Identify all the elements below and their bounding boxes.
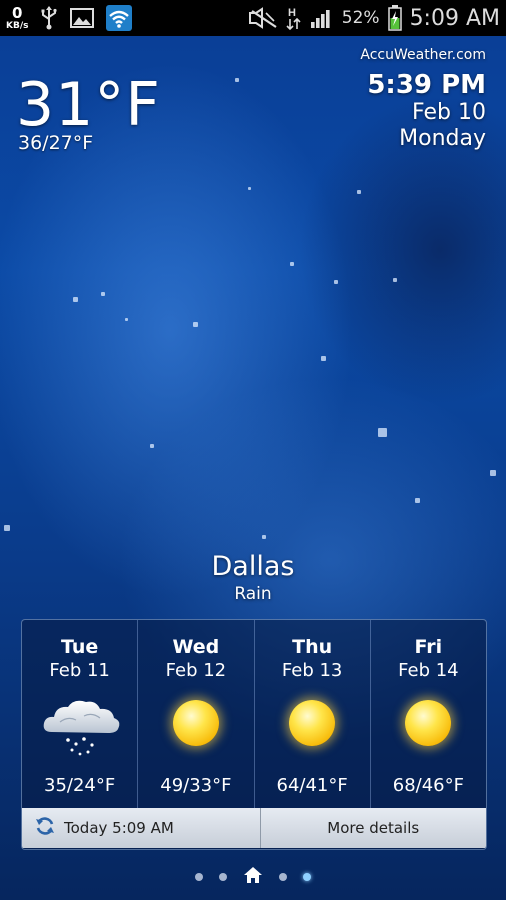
sun-icon <box>138 696 253 756</box>
page-dot-active[interactable] <box>303 873 311 881</box>
snowflake <box>193 322 198 327</box>
signal-icon <box>310 7 334 29</box>
battery-icon <box>387 5 402 31</box>
forecast-day-range: 35/24°F <box>44 775 116 796</box>
image-icon <box>70 8 95 28</box>
page-dot[interactable] <box>219 873 227 881</box>
forecast-day-range: 68/46°F <box>392 775 464 796</box>
network-speed-value: 0 <box>12 3 23 22</box>
current-temperature: 31°F <box>16 70 161 140</box>
snowflake <box>490 470 496 476</box>
snowflake <box>334 280 338 284</box>
network-speed: 0 KB/s <box>6 3 29 31</box>
snowflake <box>101 292 105 296</box>
weather-weekday: Monday <box>399 126 486 151</box>
weather-time: 5:39 PM <box>367 70 486 100</box>
snowflake <box>248 187 251 190</box>
snowflake <box>73 297 78 302</box>
forecast-panel: Tue Feb 11 35/24°F Wed Feb 12 49/33°F Th… <box>21 619 487 850</box>
temperature-range: 36/27°F <box>18 132 94 154</box>
weather-condition: Rain <box>234 584 272 604</box>
page-indicator <box>0 866 506 888</box>
snowflake <box>125 318 128 321</box>
refresh-label: Today 5:09 AM <box>64 819 174 837</box>
snowflake <box>321 356 326 361</box>
forecast-day-date: Feb 14 <box>398 660 459 681</box>
snowflake <box>357 190 361 194</box>
mute-icon <box>248 7 278 29</box>
forecast-day[interactable]: Tue Feb 11 35/24°F <box>22 620 139 808</box>
network-speed-unit: KB/s <box>6 20 29 31</box>
refresh-icon <box>34 815 56 841</box>
snow-cloud-icon <box>22 696 137 756</box>
forecast-day-name: Wed <box>172 636 220 658</box>
snowflake <box>150 444 154 448</box>
refresh-button[interactable]: Today 5:09 AM <box>22 808 261 848</box>
hspa-label: H <box>288 7 296 19</box>
more-details-button[interactable]: More details <box>260 808 486 848</box>
city-name: Dallas <box>211 551 295 582</box>
snowflake <box>378 428 387 437</box>
weather-date: Feb 10 <box>412 100 486 125</box>
forecast-day-date: Feb 13 <box>281 660 343 681</box>
page-dot[interactable] <box>279 873 287 881</box>
forecast-day[interactable]: Wed Feb 12 49/33°F <box>138 620 255 808</box>
snowflake <box>290 262 294 266</box>
status-bar: 0 KB/s H 52% 5:09 AM <box>0 0 506 36</box>
usb-icon <box>40 6 58 30</box>
forecast-day-name: Thu <box>292 636 333 658</box>
snowflake <box>235 78 239 82</box>
wifi-icon <box>106 5 133 31</box>
forecast-day-date: Feb 12 <box>165 660 227 681</box>
forecast-day[interactable]: Fri Feb 14 68/46°F <box>371 620 486 808</box>
snowflake <box>4 525 10 531</box>
page-dot[interactable] <box>195 873 203 881</box>
forecast-day-range: 64/41°F <box>276 775 348 796</box>
more-details-label: More details <box>327 819 420 837</box>
snowflake <box>393 278 397 282</box>
home-icon[interactable] <box>243 866 263 888</box>
sun-icon <box>371 696 486 756</box>
snowflake <box>262 535 266 539</box>
forecast-day-range: 49/33°F <box>160 775 232 796</box>
battery-percent: 52% <box>341 8 380 28</box>
forecast-day-name: Fri <box>414 636 443 658</box>
forecast-day-date: Feb 11 <box>49 660 110 681</box>
status-clock: 5:09 AM <box>409 5 500 31</box>
snowflake <box>415 498 420 503</box>
sun-icon <box>255 696 370 756</box>
provider-link[interactable]: AccuWeather.com <box>360 47 486 63</box>
hspa-icon: H <box>286 5 302 31</box>
forecast-day[interactable]: Thu Feb 13 64/41°F <box>255 620 371 808</box>
forecast-day-name: Tue <box>60 636 99 658</box>
